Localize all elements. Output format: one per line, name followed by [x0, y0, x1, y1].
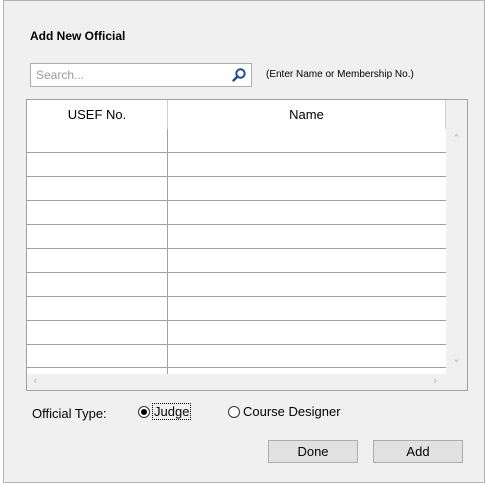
table-row-line	[27, 200, 446, 201]
done-button[interactable]: Done	[268, 440, 358, 463]
column-divider	[167, 129, 168, 374]
table-row-line	[27, 272, 446, 273]
table-row-line	[27, 320, 446, 321]
radio-course-designer[interactable]: Course Designer	[228, 404, 341, 419]
chevron-up-icon[interactable]: ⌃	[452, 132, 461, 145]
vertical-scrollbar[interactable]: ⌃ ⌄	[446, 100, 467, 374]
table-row-line	[27, 224, 446, 225]
radio-judge-label[interactable]: Judge	[151, 403, 192, 420]
table-row-line	[27, 344, 446, 345]
official-type-label: Official Type:	[32, 406, 107, 421]
radio-course-designer-label[interactable]: Course Designer	[243, 404, 341, 419]
horizontal-scrollbar[interactable]: ‹ ›	[27, 374, 467, 390]
table-row-line	[27, 296, 446, 297]
column-header-usef-no[interactable]: USEF No.	[27, 100, 167, 129]
dialog-title: Add New Official	[30, 29, 126, 43]
search-icon[interactable]	[231, 67, 247, 83]
add-official-dialog: Add New Official (Enter Name or Membersh…	[3, 0, 485, 483]
radio-selected-icon[interactable]	[138, 405, 150, 418]
grid-body: USEF No. Name	[27, 100, 446, 374]
chevron-down-icon[interactable]: ⌄	[452, 352, 461, 365]
column-header-name[interactable]: Name	[168, 100, 445, 129]
search-hint: (Enter Name or Membership No.)	[266, 69, 414, 80]
search-input[interactable]	[31, 64, 221, 86]
search-box	[30, 63, 252, 87]
chevron-left-icon[interactable]: ‹	[33, 374, 37, 387]
chevron-right-icon[interactable]: ›	[433, 374, 437, 387]
table-row-line	[27, 176, 446, 177]
table-row-line	[27, 152, 446, 153]
table-row-line	[27, 367, 446, 368]
radio-unselected-icon[interactable]	[228, 405, 240, 418]
table-row-line	[27, 248, 446, 249]
add-button[interactable]: Add	[373, 440, 463, 463]
radio-judge[interactable]: Judge	[138, 403, 192, 420]
officials-grid[interactable]: USEF No. Name ⌃ ⌄ ‹ ›	[26, 99, 468, 391]
